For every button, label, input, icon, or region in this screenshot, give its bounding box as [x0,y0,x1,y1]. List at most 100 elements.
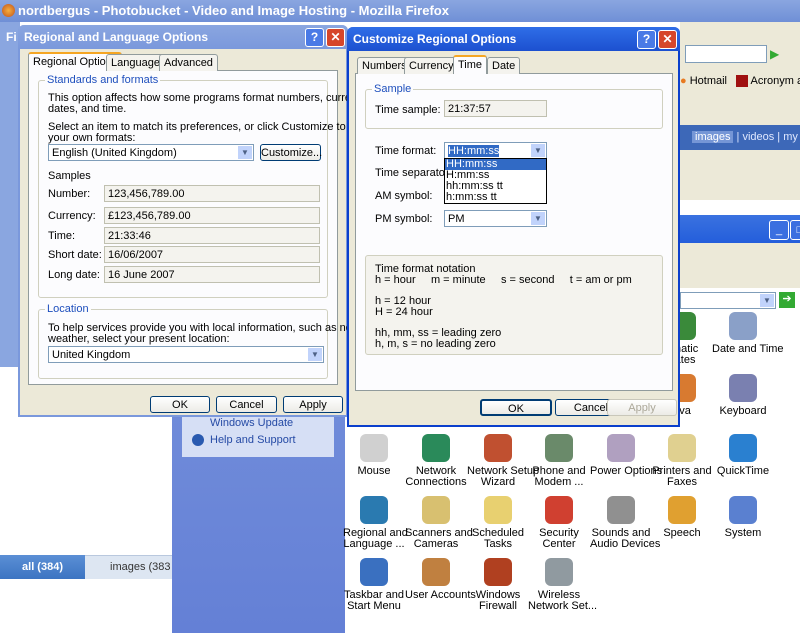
user-accounts-icon [422,558,450,586]
help-icon [192,434,204,446]
location-desc-2: weather, select your present location: [48,333,230,345]
control-panel-item[interactable]: Sounds and Audio Devices [590,496,660,550]
firefox-icon [2,4,15,17]
nav-videos[interactable]: videos [742,131,774,143]
security-center-icon [545,496,573,524]
control-panel-item[interactable]: QuickTime [712,434,774,477]
photobucket-nav: images | videos | my albu [680,125,800,150]
item-label: Keyboard [719,405,767,417]
chevron-down-icon: ▼ [531,144,545,157]
power-options-icon [607,434,635,462]
bookmark-hotmail[interactable]: Hotmail [690,75,727,87]
location-select[interactable]: United Kingdom ▼ [48,346,324,363]
control-panel-item[interactable]: Taskbar and Start Menu [343,558,405,612]
taskbar-start-menu-icon [360,558,388,586]
acronym-icon [736,75,749,88]
ok-button[interactable]: OK [480,399,552,416]
control-panel-item[interactable]: Network Setup Wizard [467,434,540,488]
date-time-icon [729,312,757,340]
nav-my-albums[interactable]: my albu [783,131,800,143]
control-panel-item[interactable]: Windows Firewall [467,558,529,612]
help-support-link[interactable]: Help and Support [210,434,296,446]
speech-icon [668,496,696,524]
item-label: User Accounts [405,589,476,601]
control-panel-item[interactable]: Scheduled Tasks [467,496,529,550]
go-arrow-icon[interactable]: ➔ [779,292,795,308]
option-h-mm-ss-tt[interactable]: h:mm:ss tt [445,192,546,203]
tab-currency[interactable]: Currency [404,57,459,74]
ok-button[interactable]: OK [150,396,210,413]
control-panel-item[interactable]: Keyboard [712,374,774,417]
notation-line: h = hour m = minute s = second t = am or… [375,274,632,286]
windows-update-link[interactable]: Windows Update [210,417,293,429]
go-icon[interactable]: ▶ [770,47,784,61]
cancel-button[interactable]: Cancel [216,396,277,413]
control-panel-item[interactable]: Date and Time [712,312,784,355]
item-label: Taskbar and Start Menu [344,589,404,612]
help-button[interactable]: ? [305,28,324,47]
pm-symbol-select[interactable]: PM ▼ [444,210,547,227]
bookmark-acronym[interactable]: Acronym and ab [751,75,800,87]
address-bar[interactable] [685,45,767,63]
notation-line: H = 24 hour [375,306,433,318]
help-button[interactable]: ? [637,30,656,49]
control-panel-item[interactable]: Mouse [343,434,405,477]
tab-images[interactable]: images (383 [110,561,171,573]
sample-value: 16 June 2007 [104,266,320,283]
firefox-menu-file[interactable]: Fi [0,22,20,367]
tab-advanced[interactable]: Advanced [159,54,218,71]
maximize-button[interactable]: □ [790,220,800,240]
standards-label: Standards and formats [45,74,161,86]
am-symbol-label: AM symbol: [375,190,433,202]
control-panel-item[interactable]: Network Connections [405,434,467,488]
sample-label: Number: [48,188,91,200]
standards-desc-2: dates, and time. [48,103,127,115]
chevron-down-icon: ▼ [308,348,322,361]
item-label: Speech [663,527,701,539]
item-label: Regional and Language ... [343,527,408,550]
minimize-button[interactable]: _ [769,220,789,240]
tab-time[interactable]: Time [453,55,488,74]
control-panel-item[interactable]: Wireless Network Set... [528,558,597,612]
network-setup-wizard-icon [484,434,512,462]
format-select[interactable]: English (United Kingdom) ▼ [48,144,254,161]
tab-date[interactable]: Date [487,57,521,74]
control-panel-item[interactable]: System [712,496,774,539]
control-panel-item[interactable]: Regional and Language ... [343,496,408,550]
control-panel-item[interactable]: Speech [651,496,713,539]
sample-value: 123,456,789.00 [104,185,320,202]
tab-all[interactable]: all (384) [0,555,85,579]
wireless-network-icon [545,558,573,586]
control-panel-address[interactable]: ▼ [680,292,776,309]
sample-label: Long date: [48,269,100,281]
scanners-cameras-icon [422,496,450,524]
printers-faxes-icon [668,434,696,462]
chevron-down-icon: ▼ [531,212,545,225]
item-label: Mouse [357,465,391,477]
control-panel-item[interactable]: Printers and Faxes [651,434,713,488]
sample-label: Short date: [48,249,102,261]
sample-label: Time: [48,230,76,242]
customize-button[interactable]: Customize... [260,144,322,161]
sample-label: Sample [372,83,414,95]
apply-button[interactable]: Apply [283,396,343,413]
control-panel-item[interactable]: Security Center [528,496,590,550]
nav-images[interactable]: images [692,131,734,143]
time-format-label: Time format: [375,145,437,157]
windows-firewall-icon [484,558,512,586]
item-label: Network Setup Wizard [467,465,540,488]
control-panel-item[interactable]: User Accounts [405,558,476,601]
close-button[interactable]: ✕ [658,30,677,49]
control-panel-item[interactable]: Scanners and Cameras [405,496,473,550]
control-panel-item[interactable]: Power Options [590,434,662,477]
sample-value: 21:33:46 [104,227,320,244]
sounds-audio-icon [607,496,635,524]
time-format-dropdown: HH:mm:ss H:mm:ss hh:mm:ss tt h:mm:ss tt [444,158,547,204]
control-panel-item[interactable]: Phone and Modem ... [528,434,590,488]
sample-value: 16/06/2007 [104,246,320,263]
chevron-down-icon: ▼ [238,146,252,159]
apply-button[interactable]: Apply [607,399,677,416]
time-format-select[interactable]: HH:mm:ss ▼ [444,142,547,159]
samples-label: Samples [48,170,91,182]
close-button[interactable]: ✕ [326,28,345,47]
